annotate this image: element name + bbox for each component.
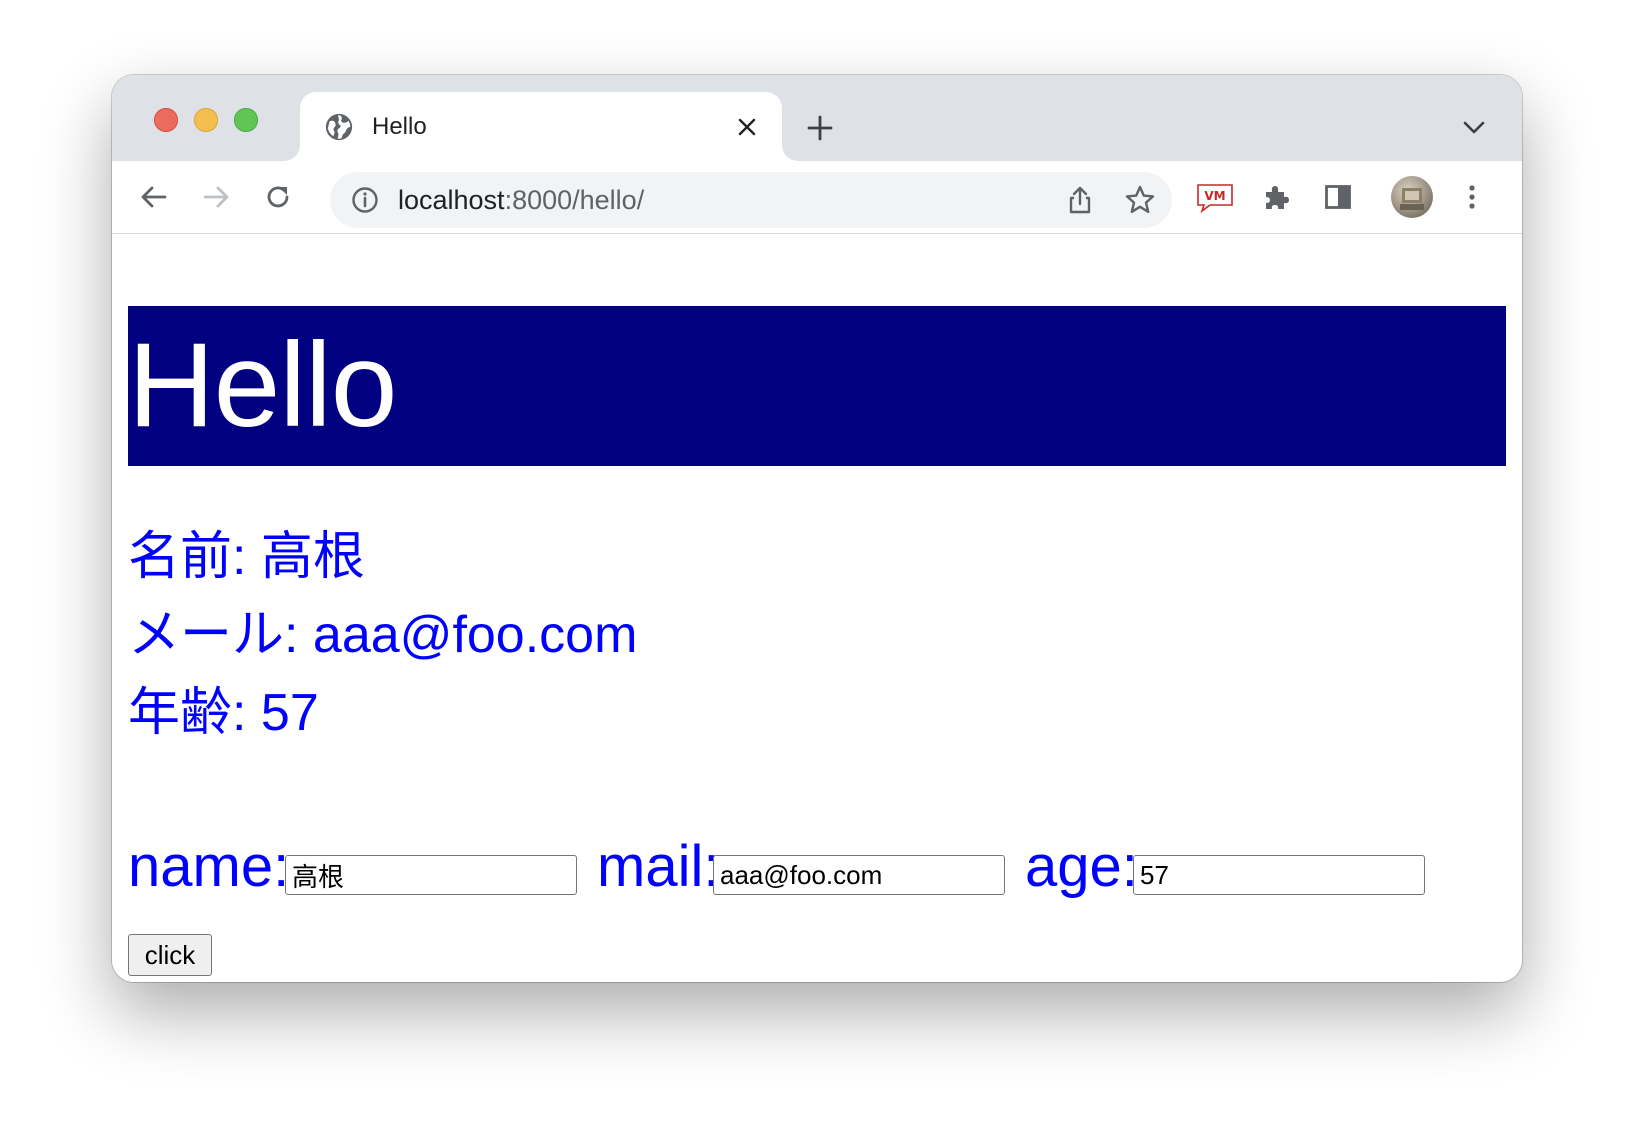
close-window-button[interactable]: [154, 108, 178, 132]
page-header-banner: Hello: [128, 306, 1506, 466]
name-input[interactable]: [285, 855, 577, 895]
tab-title: Hello: [372, 113, 427, 140]
close-icon[interactable]: [732, 112, 762, 142]
globe-icon: [324, 112, 354, 142]
tab-bar: Hello: [112, 75, 1522, 161]
arrow-left-icon[interactable]: [134, 177, 174, 217]
url-path: :8000/hello/: [504, 185, 645, 215]
name-label: name:: [128, 834, 290, 899]
puzzle-icon[interactable]: [1256, 177, 1296, 217]
minimize-window-button[interactable]: [194, 108, 218, 132]
age-input[interactable]: [1133, 855, 1425, 895]
share-icon[interactable]: [1064, 184, 1096, 216]
chevron-down-icon[interactable]: [1456, 110, 1492, 146]
url-text: localhost:8000/hello/: [398, 185, 644, 215]
mail-info: メール: aaa@foo.com: [128, 606, 638, 664]
plus-icon[interactable]: [800, 108, 840, 148]
svg-text:VM: VM: [1204, 189, 1225, 203]
page-content: Hello 名前: 高根 メール: aaa@foo.com 年齢: 57 nam…: [112, 234, 1522, 982]
toolbar: localhost:8000/hello/ VM: [112, 161, 1522, 234]
tab-hello[interactable]: Hello: [300, 92, 782, 161]
click-button[interactable]: click: [128, 934, 212, 976]
maximize-window-button[interactable]: [234, 108, 258, 132]
side-panel-icon[interactable]: [1318, 177, 1358, 217]
age-label: age:: [1025, 834, 1138, 899]
url-host: localhost: [398, 185, 505, 215]
browser-window: Hello localhost:8000/hello/ VM Hello 名前:…: [112, 75, 1522, 982]
avatar[interactable]: [1391, 176, 1433, 218]
age-info: 年齢: 57: [128, 684, 319, 742]
vm-extension-icon[interactable]: VM: [1194, 177, 1236, 217]
arrow-right-icon[interactable]: [196, 177, 236, 217]
mail-input[interactable]: [713, 855, 1005, 895]
mail-label: mail:: [597, 834, 720, 899]
address-bar[interactable]: localhost:8000/hello/: [330, 172, 1172, 228]
reload-icon[interactable]: [258, 177, 298, 217]
star-icon[interactable]: [1124, 184, 1156, 216]
info-icon[interactable]: [350, 185, 380, 215]
name-info: 名前: 高根: [128, 528, 365, 586]
kebab-menu-icon[interactable]: [1452, 177, 1492, 217]
page-title: Hello: [128, 318, 397, 452]
